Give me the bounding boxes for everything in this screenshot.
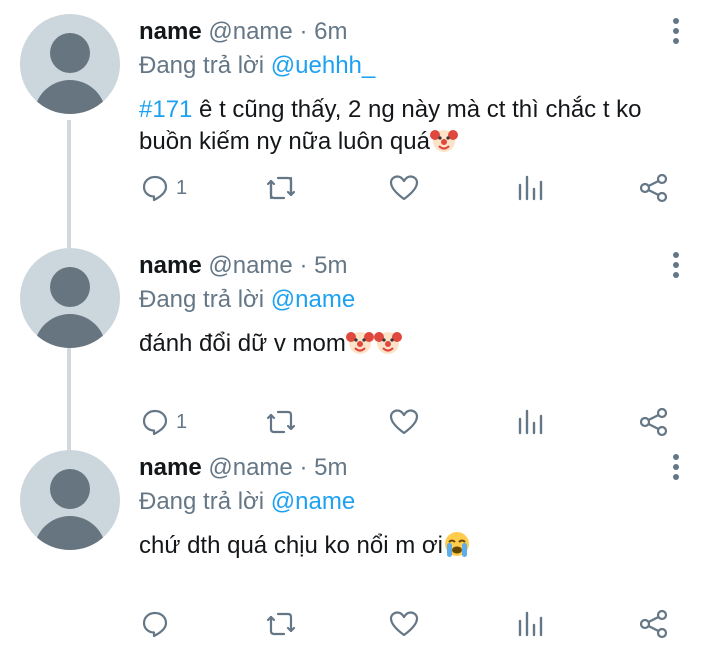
retweet-icon — [266, 410, 296, 434]
mention-link[interactable]: @name — [271, 286, 355, 313]
share-icon — [639, 407, 668, 437]
heart-icon — [389, 175, 419, 201]
tweet-body: đánh đổi dữ v mom — [139, 330, 346, 357]
separator-dot: · — [299, 252, 308, 279]
like-button[interactable] — [388, 168, 420, 208]
replying-to: Đang trả lời @name — [139, 284, 355, 316]
share-icon — [639, 173, 668, 203]
reply-button[interactable]: 1 — [140, 168, 187, 208]
mention-link[interactable]: @uehhh_ — [271, 52, 375, 79]
tweet-text: chứ dth quá chịu ko nổi m ơi — [139, 530, 699, 562]
tweet-actions: 1 — [0, 168, 718, 208]
more-vertical-icon[interactable] — [666, 252, 686, 282]
retweet-button[interactable] — [264, 168, 298, 208]
tweet-actions — [0, 604, 718, 644]
analytics-icon — [518, 175, 543, 201]
share-button[interactable] — [638, 604, 670, 644]
avatar[interactable] — [20, 248, 120, 348]
timestamp[interactable]: 5m — [314, 252, 347, 279]
clown-face-emoji — [429, 130, 458, 152]
reply-icon — [142, 611, 168, 638]
analytics-button[interactable] — [516, 168, 544, 208]
replying-to-label: Đang trả lời — [139, 286, 271, 313]
separator-dot: · — [299, 454, 308, 481]
user-handle[interactable]: @name — [208, 18, 292, 45]
reply-button[interactable] — [140, 604, 176, 644]
retweet-icon — [266, 176, 296, 200]
tweet-header: name @name · 5m — [139, 250, 347, 282]
user-handle[interactable]: @name — [208, 454, 292, 481]
tweet-header: name @name · 5m — [139, 452, 347, 484]
analytics-icon — [518, 611, 543, 637]
tweet[interactable]: name @name · 6m Đang trả lời @uehhh_ #17… — [0, 0, 718, 210]
replying-to: Đang trả lời @name — [139, 486, 355, 518]
user-handle[interactable]: @name — [208, 252, 292, 279]
avatar[interactable] — [20, 450, 120, 550]
tweet-text: #171 ê t cũng thấy, 2 ng này mà ct thì c… — [139, 94, 699, 158]
tweet-text: đánh đổi dữ v mom — [139, 328, 699, 360]
reply-count: 1 — [176, 176, 188, 199]
analytics-button[interactable] — [516, 604, 544, 644]
more-vertical-icon[interactable] — [666, 454, 686, 484]
replying-to-label: Đang trả lời — [139, 488, 271, 515]
clown-face-emoji — [373, 332, 402, 354]
timestamp[interactable]: 5m — [314, 454, 347, 481]
separator-dot: · — [299, 18, 308, 45]
display-name[interactable]: name — [139, 18, 202, 45]
tweet[interactable]: name @name · 5m Đang trả lời @name chứ d… — [0, 436, 718, 646]
clown-face-emoji — [345, 332, 374, 354]
avatar[interactable] — [20, 14, 120, 114]
share-button[interactable] — [638, 168, 670, 208]
display-name[interactable]: name — [139, 454, 202, 481]
retweet-icon — [266, 612, 296, 636]
share-icon — [639, 609, 668, 639]
display-name[interactable]: name — [139, 252, 202, 279]
retweet-button[interactable] — [264, 604, 298, 644]
more-vertical-icon[interactable] — [666, 18, 686, 48]
mention-link[interactable]: @name — [271, 488, 355, 515]
analytics-icon — [518, 409, 543, 435]
timestamp[interactable]: 6m — [314, 18, 347, 45]
tweet-header: name @name · 6m — [139, 16, 347, 48]
like-button[interactable] — [388, 604, 420, 644]
reply-icon — [142, 409, 168, 436]
tweet[interactable]: name @name · 5m Đang trả lời @name đánh … — [0, 234, 718, 444]
replying-to-label: Đang trả lời — [139, 52, 271, 79]
tweet-body: ê t cũng thấy, 2 ng này mà ct thì chắc t… — [139, 96, 642, 155]
tweet-body: chứ dth quá chịu ko nổi m ơi — [139, 532, 443, 559]
heart-icon — [389, 611, 419, 637]
reply-count: 1 — [176, 410, 188, 433]
hashtag-link[interactable]: #171 — [139, 96, 192, 123]
loudly-crying-face-emoji — [444, 532, 469, 557]
heart-icon — [389, 409, 419, 435]
reply-icon — [142, 175, 168, 202]
replying-to: Đang trả lời @uehhh_ — [139, 50, 375, 82]
